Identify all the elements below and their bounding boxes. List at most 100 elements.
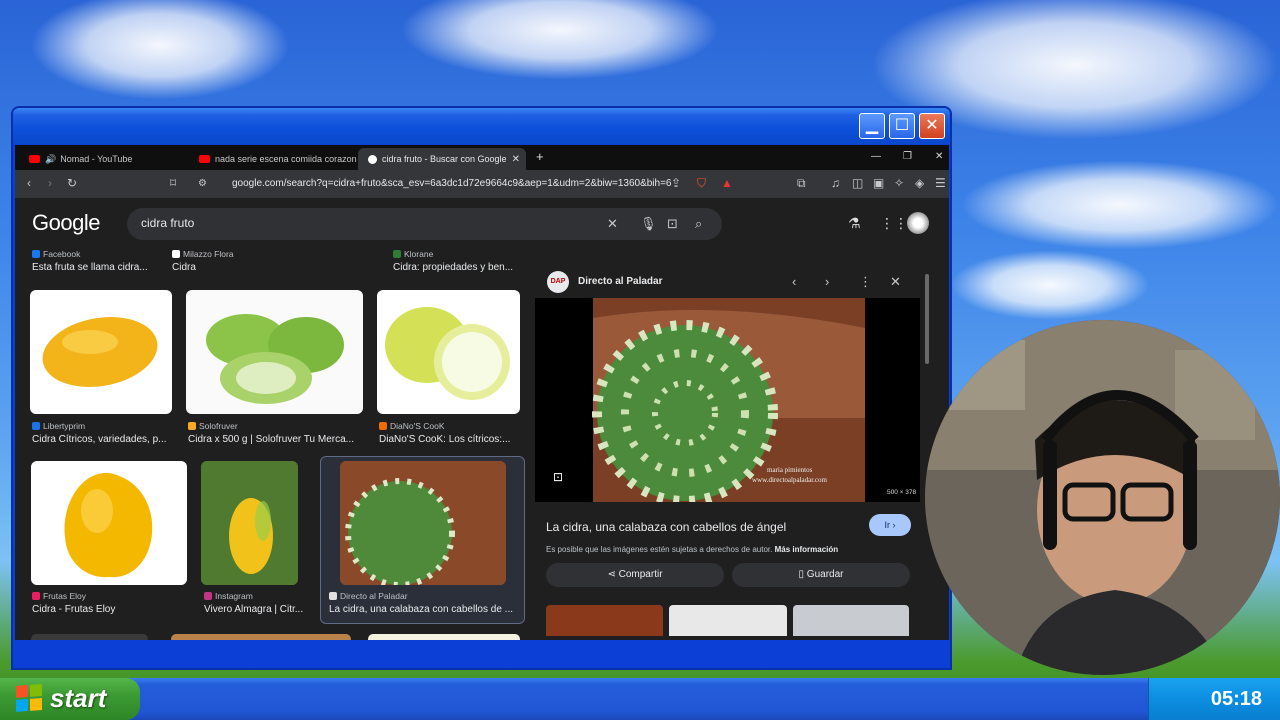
labs-icon[interactable]: ⚗ — [848, 215, 861, 232]
scrollbar-thumb[interactable] — [925, 274, 929, 364]
result-image-5[interactable] — [201, 461, 298, 585]
menu-icon[interactable]: ☰ — [935, 176, 946, 190]
google-icon — [368, 154, 377, 164]
leo-icon[interactable]: ✧ — [894, 176, 904, 190]
result-image-8[interactable] — [171, 634, 351, 640]
streamer-webcam-image — [925, 320, 1280, 675]
watermark-text: maria pimientos — [767, 466, 813, 474]
close-panel-icon[interactable]: ✕ — [890, 274, 901, 290]
tab-youtube-nomad[interactable]: 🔊 Nomad - YouTube — [19, 148, 187, 170]
search-box[interactable]: ✕ 🎙 ⊡ ⌕ — [127, 208, 722, 240]
apps-icon[interactable]: ⋮⋮ — [880, 215, 908, 232]
result-image-3[interactable] — [377, 290, 520, 414]
result-image-7[interactable] — [31, 634, 148, 640]
previous-icon[interactable]: ‹ — [792, 274, 796, 289]
result-source: Facebook — [32, 249, 80, 259]
related-image[interactable] — [669, 605, 787, 636]
browser-window: 🔊 Nomad - YouTube nada serie escena comi… — [15, 145, 949, 640]
result-image-2[interactable] — [186, 290, 363, 414]
avatar[interactable] — [907, 212, 929, 234]
preview-image-area[interactable]: maria pimientos www.directoalpaladar.com… — [535, 298, 920, 506]
browser-restore-icon[interactable]: ❐ — [903, 151, 912, 162]
result-caption[interactable]: DiaNo'S CooK: Los cítricos:... — [379, 434, 521, 445]
site-info-icon[interactable]: ⚙ — [198, 178, 207, 189]
xp-title-bar[interactable]: ▁ ☐ ✕ — [13, 108, 950, 144]
chayote-image — [206, 314, 344, 404]
back-icon[interactable]: ‹ — [27, 176, 31, 190]
address-bar[interactable]: google.com/search?q=cidra+fruto&sca_esv=… — [232, 178, 672, 189]
search-icon[interactable]: ⌕ — [695, 216, 702, 232]
google-logo[interactable]: Google — [32, 210, 100, 236]
reload-icon[interactable]: ↻ — [67, 176, 77, 190]
result-image-4[interactable] — [31, 461, 187, 585]
minimize-button[interactable]: ▁ — [859, 113, 885, 139]
cloud — [960, 160, 1280, 250]
clear-icon[interactable]: ✕ — [607, 216, 618, 232]
result-source: DiaNo'S CooK — [379, 421, 445, 431]
cloud — [950, 250, 1150, 320]
share-button[interactable]: ⋖ Compartir — [546, 563, 724, 587]
save-button[interactable]: ▯ Guardar — [732, 563, 910, 587]
source-logo: DAP — [547, 271, 569, 293]
webcam-overlay — [925, 320, 1280, 675]
sidebar-icon[interactable]: ◫ — [852, 176, 863, 190]
result-caption[interactable]: Cidra — [172, 262, 352, 273]
vpn-icon[interactable]: ◈ — [915, 176, 924, 190]
share-icon[interactable]: ⇪ — [671, 176, 681, 190]
share-icon: ⋖ — [607, 569, 619, 580]
result-image-6[interactable] — [340, 461, 506, 585]
result-image-9[interactable] — [368, 634, 520, 640]
close-icon: ✕ — [925, 117, 939, 134]
lens-search-icon[interactable]: ⊡ — [553, 470, 563, 484]
new-tab-button[interactable]: + — [536, 149, 544, 164]
result-caption[interactable]: Vivero Almagra | Citr... — [204, 604, 309, 615]
browser-close-icon[interactable]: ✕ — [935, 151, 943, 162]
maximize-button[interactable]: ☐ — [889, 113, 915, 139]
tab-youtube-nada[interactable]: nada serie escena comiida corazon - — [189, 148, 357, 170]
brave-shield-icon[interactable]: ⛉ — [697, 176, 706, 191]
clock[interactable]: 05:18 — [1211, 688, 1262, 711]
result-source: Milazzo Flora — [172, 249, 234, 259]
instagram-icon — [204, 592, 212, 600]
result-caption[interactable]: Cidra Cítricos, variedades, p... — [32, 434, 172, 445]
result-caption[interactable]: Cidra - Frutas Eloy — [32, 604, 187, 615]
site-icon — [32, 592, 40, 600]
maximize-icon: ☐ — [894, 117, 910, 134]
rewards-icon[interactable]: ▲ — [721, 176, 733, 190]
result-caption[interactable]: La cidra, una calabaza con cabellos de .… — [329, 604, 519, 615]
panel-scrollbar[interactable] — [923, 266, 931, 636]
taskbar: start 05:18 — [0, 678, 1280, 720]
result-caption[interactable]: Cidra x 500 g | Solofruver Tu Merca... — [188, 434, 363, 445]
related-image[interactable] — [793, 605, 909, 636]
tab-google-search[interactable]: cidra fruto - Buscar con Google ✕ — [358, 148, 526, 170]
next-icon[interactable]: › — [825, 274, 829, 289]
wallet-icon[interactable]: ▣ — [873, 176, 884, 190]
result-caption[interactable]: Cidra: propiedades y ben... — [393, 262, 523, 273]
result-image-1[interactable] — [30, 290, 172, 414]
image-dimensions: 500 × 378 — [887, 489, 917, 496]
browser-minimize-icon[interactable]: — — [871, 151, 881, 162]
media-icon[interactable]: ♫ — [831, 176, 840, 190]
more-info-link[interactable]: Más información — [775, 545, 839, 554]
result-source: Frutas Eloy — [32, 591, 86, 601]
lens-icon[interactable]: ⊡ — [667, 216, 678, 232]
tab-label: nada serie escena comiida corazon - — [215, 154, 357, 164]
youtube-icon — [29, 155, 40, 163]
forward-icon[interactable]: › — [48, 176, 52, 190]
image-title[interactable]: La cidra, una calabaza con cabellos de á… — [546, 520, 786, 534]
visit-button[interactable]: Ir › — [869, 514, 911, 536]
start-button[interactable]: start — [0, 678, 140, 720]
close-button[interactable]: ✕ — [919, 113, 945, 139]
result-caption[interactable]: Esta fruta se llama cidra... — [32, 262, 162, 273]
more-options-icon[interactable]: ⋮ — [859, 274, 872, 290]
panel-source-name[interactable]: Directo al Paladar — [578, 276, 662, 287]
youtube-icon — [199, 155, 210, 163]
speaker-icon: 🔊 — [45, 153, 57, 164]
screenshot-icon[interactable]: ⧉ — [797, 176, 806, 191]
close-tab-icon[interactable]: ✕ — [512, 154, 520, 165]
search-input[interactable] — [141, 216, 581, 230]
microphone-icon[interactable]: 🎙 — [640, 216, 657, 232]
related-image[interactable] — [546, 605, 663, 636]
bookmark-icon[interactable]: ⌑ — [170, 176, 176, 190]
system-tray: 05:18 — [1148, 678, 1280, 720]
